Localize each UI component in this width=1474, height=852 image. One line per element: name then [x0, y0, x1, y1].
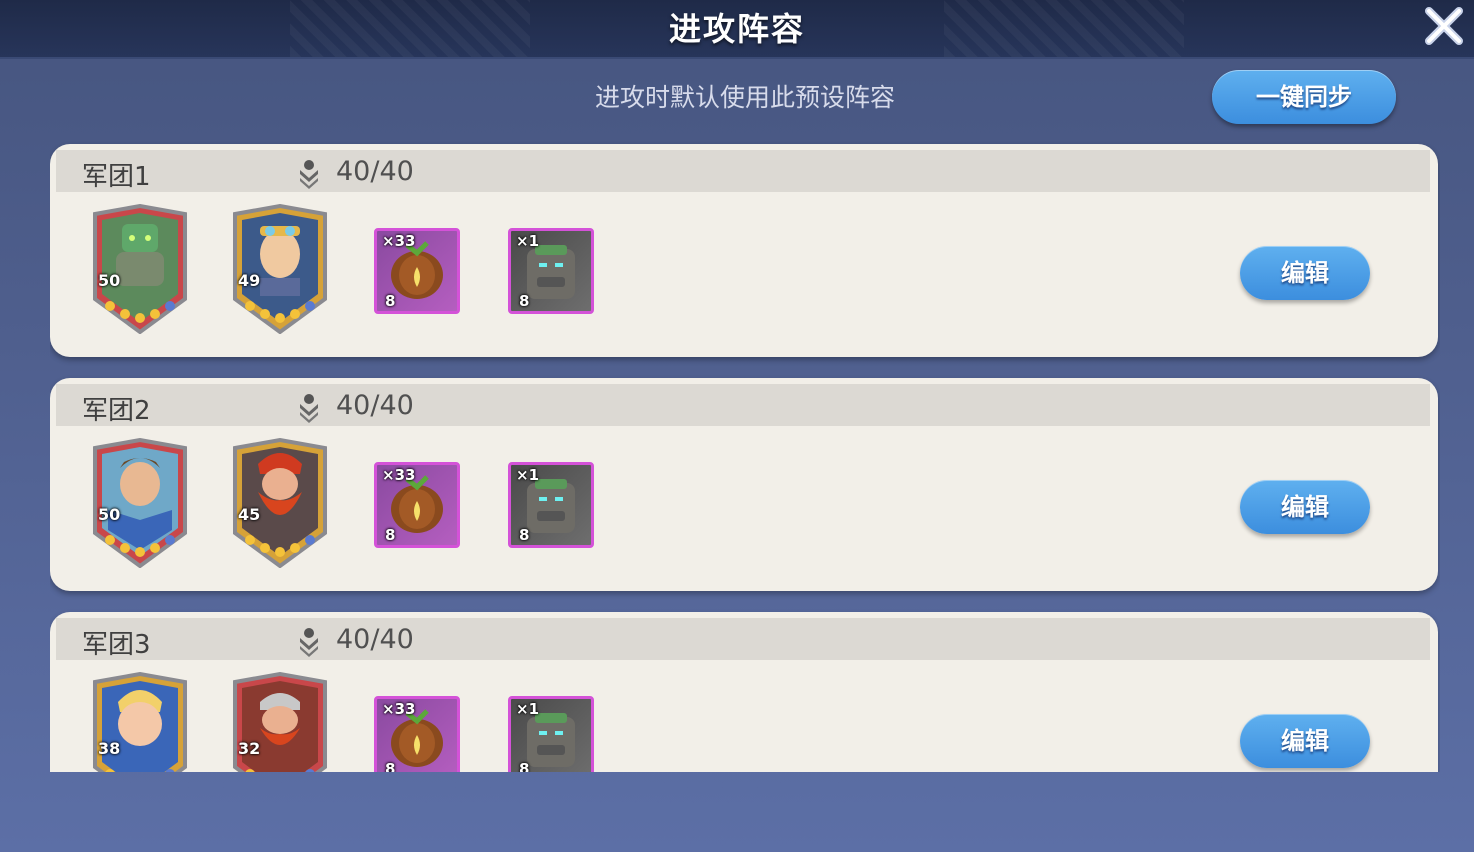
hero-portrait[interactable]: 38 — [90, 671, 190, 772]
title-bar: 进攻阵容 — [0, 0, 1474, 59]
unit-level: 8 — [519, 526, 530, 544]
legion-card: 军团1 40/40 50 49 ×33 8 ×1 8 编辑 — [50, 144, 1438, 357]
caped-hero-icon — [93, 437, 187, 569]
legion-header: 军团1 40/40 — [56, 150, 1430, 192]
edit-legion-button[interactable]: 编辑 — [1240, 246, 1370, 300]
legion-name: 军团3 — [82, 630, 151, 660]
close-icon[interactable] — [1422, 4, 1466, 48]
unit-level: 8 — [385, 526, 396, 544]
hero-level: 45 — [238, 505, 261, 524]
troop-capacity-icon — [300, 394, 318, 423]
unit-slot[interactable]: ×33 8 — [374, 462, 460, 548]
legion-list[interactable]: 军团1 40/40 50 49 ×33 8 ×1 8 编辑 军团2 40/40 … — [50, 140, 1440, 772]
legion-header: 军团2 40/40 — [56, 384, 1430, 426]
unit-slot[interactable]: ×1 8 — [508, 228, 594, 314]
unit-slot[interactable]: ×1 8 — [508, 462, 594, 548]
unit-level: 8 — [385, 292, 396, 310]
unit-slot[interactable]: ×1 8 — [508, 696, 594, 772]
unit-quantity: ×1 — [516, 700, 540, 718]
hero-portrait[interactable]: 50 — [90, 203, 190, 335]
unit-level: 8 — [519, 760, 530, 772]
sync-all-button[interactable]: 一键同步 — [1212, 70, 1396, 124]
troop-count: 40/40 — [336, 156, 414, 187]
hero-level: 50 — [98, 271, 121, 290]
hero-portrait[interactable]: 45 — [230, 437, 330, 569]
hero-level: 38 — [98, 739, 121, 758]
troop-capacity-icon — [300, 160, 318, 189]
unit-quantity: ×1 — [516, 466, 540, 484]
hero-level: 32 — [238, 739, 261, 758]
legion-name: 军团2 — [82, 396, 151, 426]
hero-portrait[interactable]: 49 — [230, 203, 330, 335]
red-haired-dwarf-hero-icon — [233, 437, 327, 569]
hero-level: 50 — [98, 505, 121, 524]
hero-level: 49 — [238, 271, 261, 290]
unit-level: 8 — [385, 760, 396, 772]
goggles-adventurer-hero-icon — [233, 203, 327, 335]
unit-quantity: ×33 — [382, 700, 416, 718]
troop-capacity-icon — [300, 628, 318, 657]
unit-slot[interactable]: ×33 8 — [374, 696, 460, 772]
unit-quantity: ×1 — [516, 232, 540, 250]
edit-legion-button[interactable]: 编辑 — [1240, 480, 1370, 534]
page-title: 进攻阵容 — [668, 10, 805, 48]
unit-quantity: ×33 — [382, 466, 416, 484]
legion-name: 军团1 — [82, 162, 151, 192]
hero-portrait[interactable]: 32 — [230, 671, 330, 772]
stone-golem-hero-icon — [93, 203, 187, 335]
troop-count: 40/40 — [336, 390, 414, 421]
unit-quantity: ×33 — [382, 232, 416, 250]
unit-slot[interactable]: ×33 8 — [374, 228, 460, 314]
legion-card: 军团2 40/40 50 45 ×33 8 ×1 8 编辑 — [50, 378, 1438, 591]
legion-card: 军团3 40/40 38 32 ×33 8 ×1 8 编辑 — [50, 612, 1438, 772]
legion-header: 军团3 40/40 — [56, 618, 1430, 660]
hero-portrait[interactable]: 50 — [90, 437, 190, 569]
edit-legion-button[interactable]: 编辑 — [1240, 714, 1370, 768]
unit-level: 8 — [519, 292, 530, 310]
troop-count: 40/40 — [336, 624, 414, 655]
